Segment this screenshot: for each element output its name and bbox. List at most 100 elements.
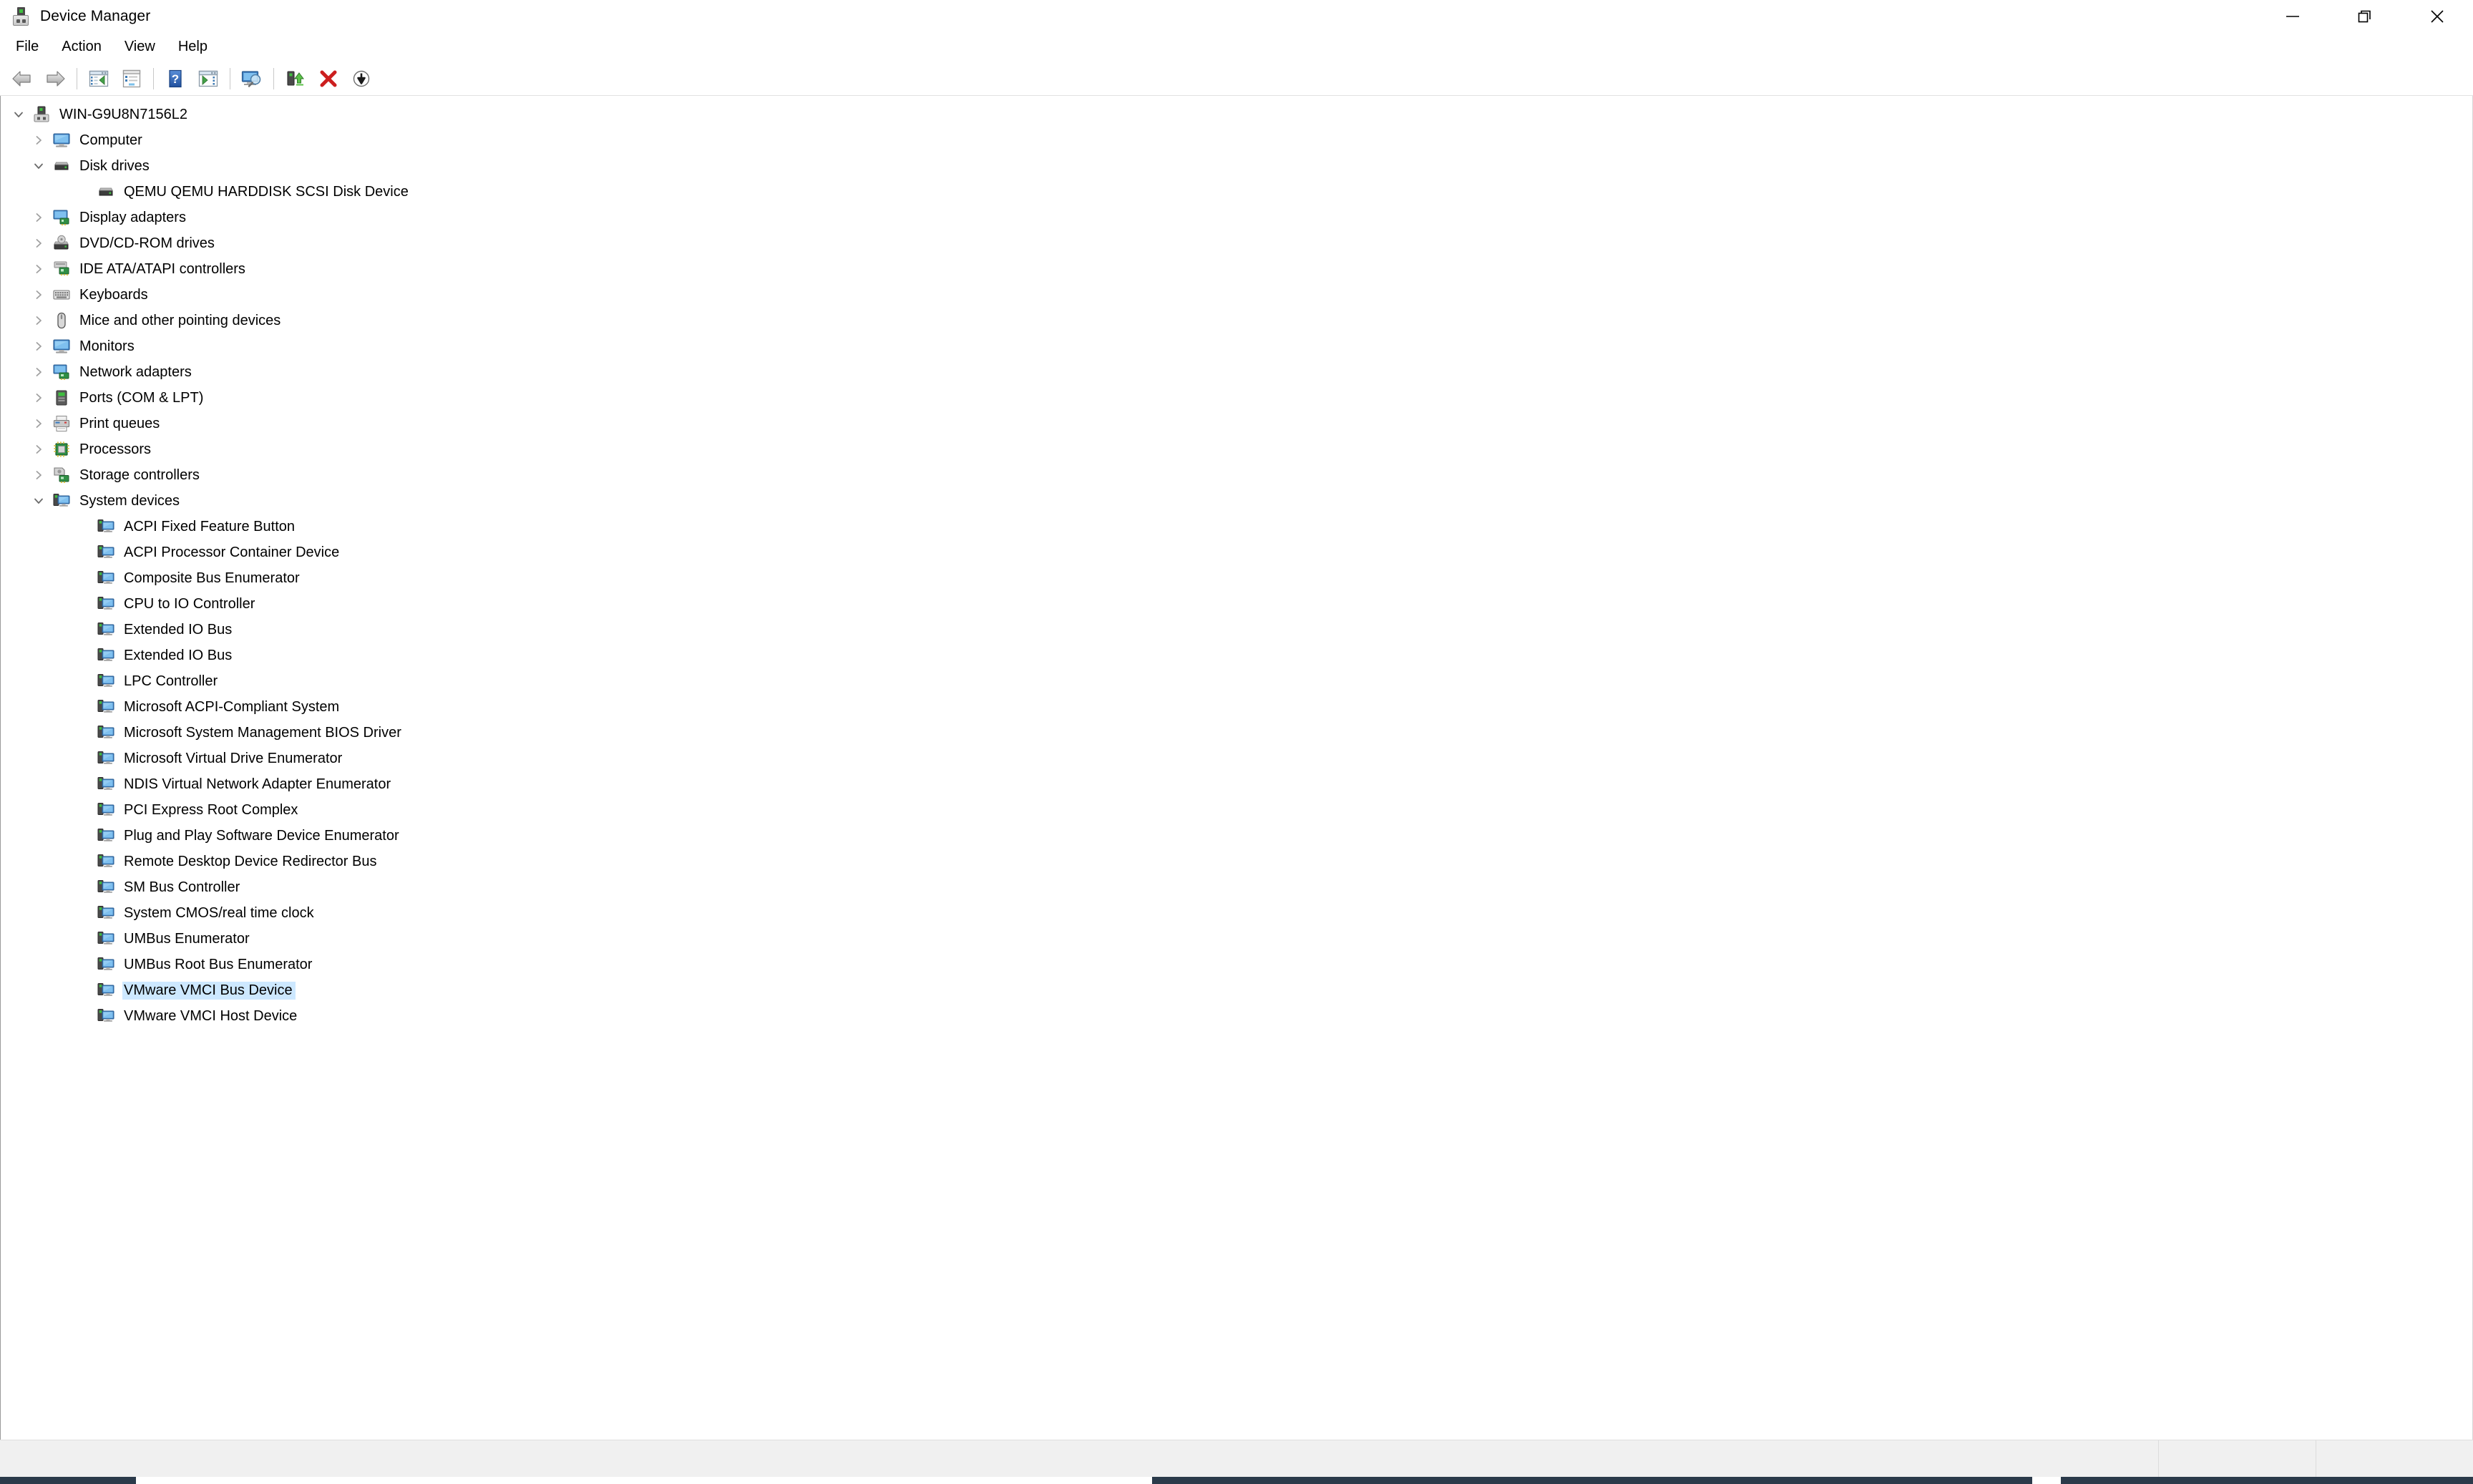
scan-hardware-icon	[240, 69, 263, 88]
menu-help[interactable]: Help	[168, 36, 220, 58]
tree-item-device[interactable]: Extended IO Bus	[1, 617, 2472, 643]
device-tree[interactable]: WIN-G9U8N7156L2 Computer Disk drives QEMU Q…	[1, 96, 2472, 1440]
disk-drive-icon	[94, 182, 118, 201]
tree-item-label: WIN-G9U8N7156L2	[59, 106, 187, 122]
chevron-placeholder	[72, 650, 94, 661]
chevron-placeholder	[72, 1010, 94, 1022]
chevron-right-icon[interactable]	[28, 135, 49, 146]
chevron-down-icon[interactable]	[8, 109, 29, 120]
chevron-placeholder	[72, 907, 94, 919]
tree-item-label: Microsoft ACPI-Compliant System	[124, 698, 340, 715]
show-hide-action-pane-button[interactable]	[192, 64, 225, 94]
tree-item-device[interactable]: NDIS Virtual Network Adapter Enumerator	[1, 771, 2472, 797]
tree-item-device[interactable]: SM Bus Controller	[1, 874, 2472, 900]
chevron-right-icon[interactable]	[28, 418, 49, 429]
tree-item-label: Processors	[79, 441, 152, 457]
console-tree-icon	[88, 69, 109, 88]
taskbar-strip	[0, 1477, 2473, 1484]
tree-item-device[interactable]: Extended IO Bus	[1, 643, 2472, 668]
statusbar	[0, 1440, 2473, 1477]
system-device-icon	[94, 1007, 118, 1025]
chevron-right-icon[interactable]	[28, 444, 49, 455]
tree-item-label: CPU to IO Controller	[124, 595, 255, 612]
tree-item-device[interactable]: ACPI Processor Container Device	[1, 540, 2472, 565]
menubar: File Action View Help	[0, 33, 2473, 62]
chevron-right-icon[interactable]	[28, 341, 49, 352]
tree-item-category[interactable]: Ports (COM & LPT)	[1, 385, 2472, 411]
tree-item-device[interactable]: PCI Express Root Complex	[1, 797, 2472, 823]
chevron-right-icon[interactable]	[28, 289, 49, 301]
tree-item-device[interactable]: Composite Bus Enumerator	[1, 565, 2472, 591]
chevron-right-icon[interactable]	[28, 366, 49, 378]
tree-item-category[interactable]: Print queues	[1, 411, 2472, 436]
properties-button[interactable]	[115, 64, 148, 94]
tree-item-device[interactable]: Plug and Play Software Device Enumerator	[1, 823, 2472, 849]
tree-item-device[interactable]: Microsoft Virtual Drive Enumerator	[1, 746, 2472, 771]
chevron-right-icon[interactable]	[28, 392, 49, 404]
chevron-right-icon[interactable]	[28, 263, 49, 275]
tree-item-label: Microsoft Virtual Drive Enumerator	[124, 750, 343, 766]
tree-item-device[interactable]: ACPI Fixed Feature Button	[1, 514, 2472, 540]
tree-item-category[interactable]: WIN-G9U8N7156L2	[1, 102, 2472, 127]
tree-item-category[interactable]: Processors	[1, 436, 2472, 462]
svg-text:?: ?	[172, 72, 179, 86]
tree-item-category[interactable]: DVD/CD-ROM drives	[1, 230, 2472, 256]
system-device-icon	[94, 904, 118, 922]
tree-item-category[interactable]: Keyboards	[1, 282, 2472, 308]
tree-item-category[interactable]: Mice and other pointing devices	[1, 308, 2472, 333]
tree-item-device[interactable]: System CMOS/real time clock	[1, 900, 2472, 926]
chevron-down-icon[interactable]	[28, 495, 49, 507]
chevron-right-icon[interactable]	[28, 315, 49, 326]
menu-file[interactable]: File	[10, 36, 52, 58]
titlebar: Device Manager	[0, 0, 2473, 33]
tree-item-device[interactable]: VMware VMCI Host Device	[1, 1003, 2472, 1029]
minimize-button[interactable]	[2256, 0, 2328, 33]
tree-item-category[interactable]: Monitors	[1, 333, 2472, 359]
help-button[interactable]: ?	[159, 64, 192, 94]
menu-view[interactable]: View	[114, 36, 168, 58]
tree-item-device[interactable]: LPC Controller	[1, 668, 2472, 694]
close-button[interactable]	[2401, 0, 2473, 33]
tree-item-category[interactable]: Computer	[1, 127, 2472, 153]
tree-item-device[interactable]: VMware VMCI Bus Device	[1, 977, 2472, 1003]
chevron-placeholder	[72, 933, 94, 944]
tree-item-category[interactable]: Network adapters	[1, 359, 2472, 385]
tree-pane: WIN-G9U8N7156L2 Computer Disk drives QEMU Q…	[0, 96, 2473, 1440]
tree-item-device[interactable]: CPU to IO Controller	[1, 591, 2472, 617]
chevron-down-icon[interactable]	[28, 160, 49, 172]
tree-item-category[interactable]: Storage controllers	[1, 462, 2472, 488]
help-question-icon: ?	[165, 69, 186, 88]
toolbar-separator-4	[273, 67, 274, 89]
tree-item-device[interactable]: UMBus Root Bus Enumerator	[1, 952, 2472, 977]
tree-item-label: Extended IO Bus	[124, 647, 233, 663]
chevron-right-icon[interactable]	[28, 212, 49, 223]
scan-for-hardware-changes-button[interactable]	[235, 64, 268, 94]
chevron-placeholder	[72, 547, 94, 558]
tree-item-device[interactable]: Microsoft ACPI-Compliant System	[1, 694, 2472, 720]
update-driver-button[interactable]	[279, 64, 312, 94]
uninstall-device-button[interactable]	[312, 64, 345, 94]
chevron-placeholder	[72, 778, 94, 790]
tree-item-label: SM Bus Controller	[124, 879, 240, 895]
tree-item-category[interactable]: Disk drives	[1, 153, 2472, 179]
tree-item-device[interactable]: UMBus Enumerator	[1, 926, 2472, 952]
forward-button[interactable]	[39, 64, 72, 94]
show-hide-console-tree-button[interactable]	[82, 64, 115, 94]
tree-item-category[interactable]: IDE ATA/ATAPI controllers	[1, 256, 2472, 282]
tree-item-device[interactable]: Microsoft System Management BIOS Driver	[1, 720, 2472, 746]
tree-item-device[interactable]: Remote Desktop Device Redirector Bus	[1, 849, 2472, 874]
chevron-placeholder	[72, 753, 94, 764]
restore-button[interactable]	[2328, 0, 2401, 33]
tree-item-device[interactable]: QEMU QEMU HARDDISK SCSI Disk Device	[1, 179, 2472, 205]
tree-item-category[interactable]: System devices	[1, 488, 2472, 514]
disable-device-button[interactable]	[345, 64, 378, 94]
chevron-placeholder	[72, 804, 94, 816]
chevron-placeholder	[72, 882, 94, 893]
tree-item-label: ACPI Processor Container Device	[124, 544, 340, 560]
tree-item-category[interactable]: Display adapters	[1, 205, 2472, 230]
chevron-right-icon[interactable]	[28, 469, 49, 481]
chevron-right-icon[interactable]	[28, 238, 49, 249]
tree-item-label: NDIS Virtual Network Adapter Enumerator	[124, 776, 391, 792]
back-button[interactable]	[6, 64, 39, 94]
menu-action[interactable]: Action	[52, 36, 114, 58]
